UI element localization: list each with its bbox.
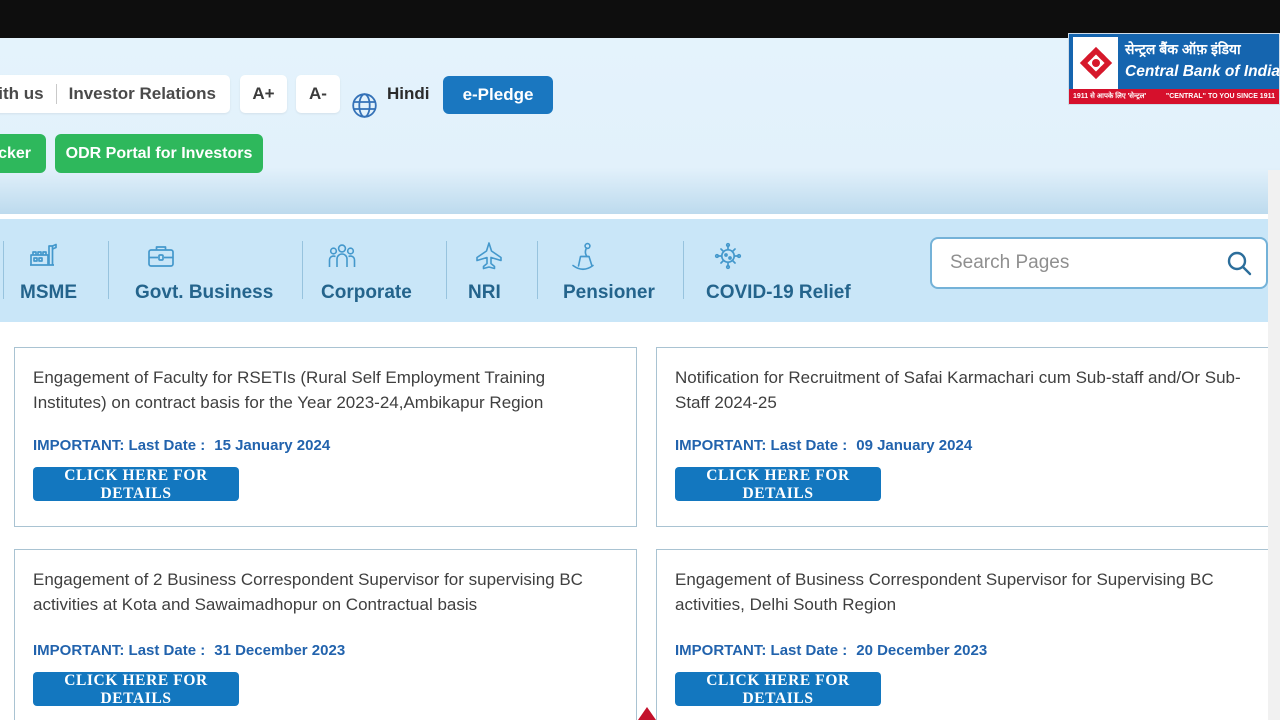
last-date-value: 15 January 2024 xyxy=(214,437,330,454)
nav-label: NRI xyxy=(468,282,501,304)
notice-title: Engagement of 2 Business Correspondent S… xyxy=(33,568,616,617)
nav-divider xyxy=(302,241,303,299)
font-increase-button[interactable]: A+ xyxy=(240,75,287,113)
nav-item-pensioner[interactable]: Pensioner xyxy=(563,219,653,322)
important-label: IMPORTANT: Last Date : xyxy=(33,437,205,454)
bank-tagline: 1911 से आपके लिए 'सेन्ट्रल' "CENTRAL" TO… xyxy=(1069,89,1279,104)
click-here-for-details-button[interactable]: CLICK HERE FOR DETAILS xyxy=(33,672,239,706)
nav-divider xyxy=(537,241,538,299)
last-date-value: 20 December 2023 xyxy=(856,642,987,659)
bank-logo[interactable]: सेन्ट्रल बैंक ऑफ़ इंडिया Central Bank of… xyxy=(1068,33,1280,105)
notice-card: Engagement of Faculty for RSETIs (Rural … xyxy=(14,347,637,527)
bank-tagline-english: "CENTRAL" TO YOU SINCE 1911 xyxy=(1166,93,1275,100)
notice-card: Notification for Recruitment of Safai Ka… xyxy=(656,347,1278,527)
people-icon xyxy=(324,238,360,274)
bank-emblem-icon xyxy=(1073,37,1118,89)
briefcase-icon xyxy=(143,238,179,274)
partner-with-us-link[interactable]: r with us xyxy=(0,84,44,104)
nav-label: Govt. Business xyxy=(135,282,273,304)
odr-portal-button[interactable]: ODR Portal for Investors xyxy=(55,134,263,173)
language-toggle-hindi[interactable]: Hindi xyxy=(387,84,430,104)
nav-divider xyxy=(683,241,684,299)
last-date-value: 09 January 2024 xyxy=(856,437,972,454)
notice-last-date: IMPORTANT: Last Date : 31 December 2023 xyxy=(33,642,345,659)
last-date-value: 31 December 2023 xyxy=(214,642,345,659)
category-navbar: MSME Govt. Business Corporate xyxy=(0,219,1280,322)
notice-title: Engagement of Faculty for RSETIs (Rural … xyxy=(33,366,616,415)
virus-icon xyxy=(710,238,746,274)
airplane-icon xyxy=(471,238,507,274)
important-label: IMPORTANT: Last Date : xyxy=(675,642,847,659)
e-pledge-button[interactable]: e-Pledge xyxy=(443,76,553,114)
notice-title: Notification for Recruitment of Safai Ka… xyxy=(675,366,1257,415)
notice-card: Engagement of Business Correspondent Sup… xyxy=(656,549,1278,720)
factory-icon xyxy=(25,238,61,274)
header-quicklinks: r with us Investor Relations xyxy=(0,75,230,113)
nav-item-msme[interactable]: MSME xyxy=(20,219,105,322)
nav-label: Pensioner xyxy=(563,282,655,304)
important-label: IMPORTANT: Last Date : xyxy=(33,642,205,659)
quicklinks-divider xyxy=(56,84,57,104)
nav-label: COVID-19 Relief xyxy=(706,282,851,304)
font-decrease-button[interactable]: A- xyxy=(296,75,340,113)
nav-divider xyxy=(108,241,109,299)
click-here-for-details-button[interactable]: CLICK HERE FOR DETAILS xyxy=(675,672,881,706)
bank-tagline-hindi: 1911 से आपके लिए 'सेन्ट्रल' xyxy=(1073,92,1146,101)
notice-last-date: IMPORTANT: Last Date : 20 December 2023 xyxy=(675,642,987,659)
notice-last-date: IMPORTANT: Last Date : 15 January 2024 xyxy=(33,437,330,454)
nav-label: Corporate xyxy=(321,282,412,304)
scroll-to-top-arrow-icon[interactable] xyxy=(638,707,656,720)
notice-card: Engagement of 2 Business Correspondent S… xyxy=(14,549,637,720)
bank-name-hindi: सेन्ट्रल बैंक ऑफ़ इंडिया xyxy=(1125,40,1277,59)
nav-divider xyxy=(446,241,447,299)
locker-button[interactable]: ocker xyxy=(0,134,46,173)
nav-item-covid-relief[interactable]: COVID-19 Relief xyxy=(706,219,856,322)
click-here-for-details-button[interactable]: CLICK HERE FOR DETAILS xyxy=(675,467,881,501)
bank-name-english: Central Bank of India xyxy=(1125,63,1280,81)
search-input[interactable] xyxy=(932,252,1224,274)
notice-last-date: IMPORTANT: Last Date : 09 January 2024 xyxy=(675,437,972,454)
scrollbar-track[interactable] xyxy=(1268,170,1280,720)
rocking-chair-icon xyxy=(565,238,601,274)
nav-divider xyxy=(3,241,4,299)
important-label: IMPORTANT: Last Date : xyxy=(675,437,847,454)
globe-icon xyxy=(351,92,378,119)
notice-title: Engagement of Business Correspondent Sup… xyxy=(675,568,1257,617)
nav-item-corporate[interactable]: Corporate xyxy=(321,219,421,322)
search-icon[interactable] xyxy=(1224,248,1254,278)
nav-label: MSME xyxy=(20,282,77,304)
click-here-for-details-button[interactable]: CLICK HERE FOR DETAILS xyxy=(33,467,239,501)
investor-relations-link[interactable]: Investor Relations xyxy=(69,84,216,104)
nav-item-govt-business[interactable]: Govt. Business xyxy=(135,219,280,322)
search-box xyxy=(930,237,1268,289)
nav-item-nri[interactable]: NRI xyxy=(468,219,508,322)
